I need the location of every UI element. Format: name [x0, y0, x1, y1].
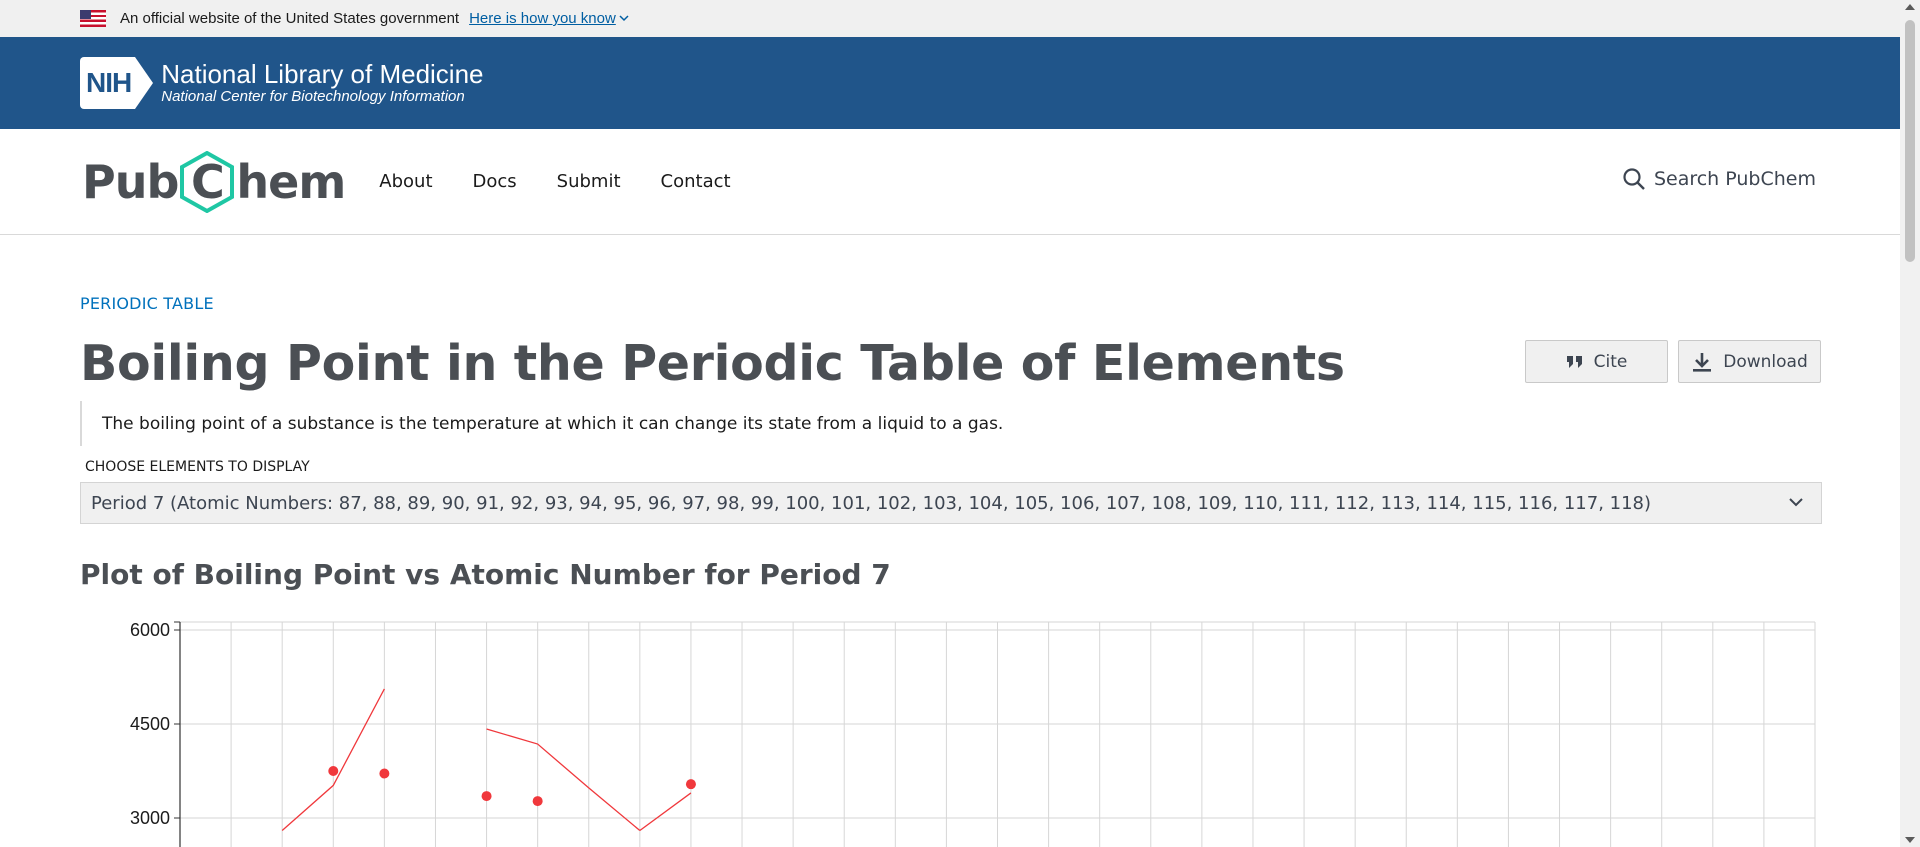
search-pubchem-button[interactable]: Search PubChem — [1622, 167, 1816, 191]
description-text: The boiling point of a substance is the … — [102, 413, 1004, 434]
nav-about[interactable]: About — [379, 171, 432, 192]
nav-links: About Docs Submit Contact — [379, 171, 770, 192]
data-point — [481, 791, 492, 802]
nlm-header: NIH National Library of Medicine Nationa… — [0, 37, 1900, 129]
nav-contact[interactable]: Contact — [661, 171, 731, 192]
cite-button[interactable]: Cite — [1525, 340, 1668, 383]
y-tick-label: 4500 — [130, 714, 170, 734]
plot-title: Plot of Boiling Point vs Atomic Number f… — [80, 558, 891, 591]
search-pubchem-label: Search PubChem — [1653, 168, 1816, 190]
nih-logo-text: NIH — [80, 57, 136, 109]
cite-button-label: Cite — [1593, 351, 1628, 372]
choose-elements-label: CHOOSE ELEMENTS TO DISPLAY — [85, 459, 310, 475]
data-point — [379, 768, 390, 779]
scroll-up-icon[interactable] — [1905, 4, 1915, 10]
nih-logo[interactable]: NIH — [80, 57, 154, 109]
description: The boiling point of a substance is the … — [80, 401, 1003, 446]
page-title: Boiling Point in the Periodic Table of E… — [80, 335, 1345, 392]
element-set-select[interactable]: Period 7 (Atomic Numbers: 87, 88, 89, 90… — [80, 482, 1822, 524]
search-icon — [1623, 168, 1645, 190]
download-icon — [1693, 352, 1712, 372]
pubchem-logo-right: hem — [236, 154, 346, 209]
breadcrumb[interactable]: PERIODIC TABLE — [80, 294, 214, 313]
scroll-thumb[interactable] — [1905, 20, 1915, 262]
pubchem-hexagon-icon: C — [179, 150, 235, 213]
nlm-title: National Library of Medicine — [161, 59, 484, 89]
scroll-down-icon[interactable] — [1905, 837, 1915, 843]
pubchem-nav: Pub C hem About Docs Submit Contact Sear… — [0, 129, 1900, 235]
series-line — [639, 792, 692, 832]
data-point — [532, 796, 543, 807]
y-tick-label: 3000 — [130, 808, 170, 828]
download-button[interactable]: Download — [1678, 340, 1821, 383]
download-button-label: Download — [1723, 351, 1808, 372]
nlm-title-block[interactable]: National Library of Medicine National Ce… — [161, 60, 483, 106]
us-flag-icon — [80, 10, 106, 27]
series-line — [486, 728, 641, 832]
nav-docs[interactable]: Docs — [473, 171, 517, 192]
pubchem-logo-mid: C — [191, 154, 225, 209]
how-you-know-link[interactable]: Here is how you know — [469, 10, 616, 27]
gov-banner-text: An official website of the United States… — [120, 10, 460, 27]
data-point — [328, 766, 339, 776]
gov-banner: An official website of the United States… — [0, 0, 1900, 37]
nih-logo-arrow — [135, 57, 154, 109]
nav-submit[interactable]: Submit — [557, 171, 621, 192]
chevron-down-icon — [1789, 498, 1803, 507]
page-scrollbar[interactable] — [1900, 0, 1920, 847]
chevron-down-icon[interactable] — [619, 13, 629, 25]
pubchem-logo[interactable]: Pub C hem — [82, 150, 346, 213]
quote-icon — [1566, 355, 1582, 368]
y-tick-label: 6000 — [130, 620, 170, 640]
pubchem-logo-left: Pub — [82, 154, 179, 209]
nlm-subtitle: National Center for Biotechnology Inform… — [161, 88, 465, 105]
boiling-point-chart: 6000 4500 3000 — [130, 620, 1816, 847]
data-point — [685, 779, 696, 790]
element-set-select-value: Period 7 (Atomic Numbers: 87, 88, 89, 90… — [91, 492, 1652, 514]
